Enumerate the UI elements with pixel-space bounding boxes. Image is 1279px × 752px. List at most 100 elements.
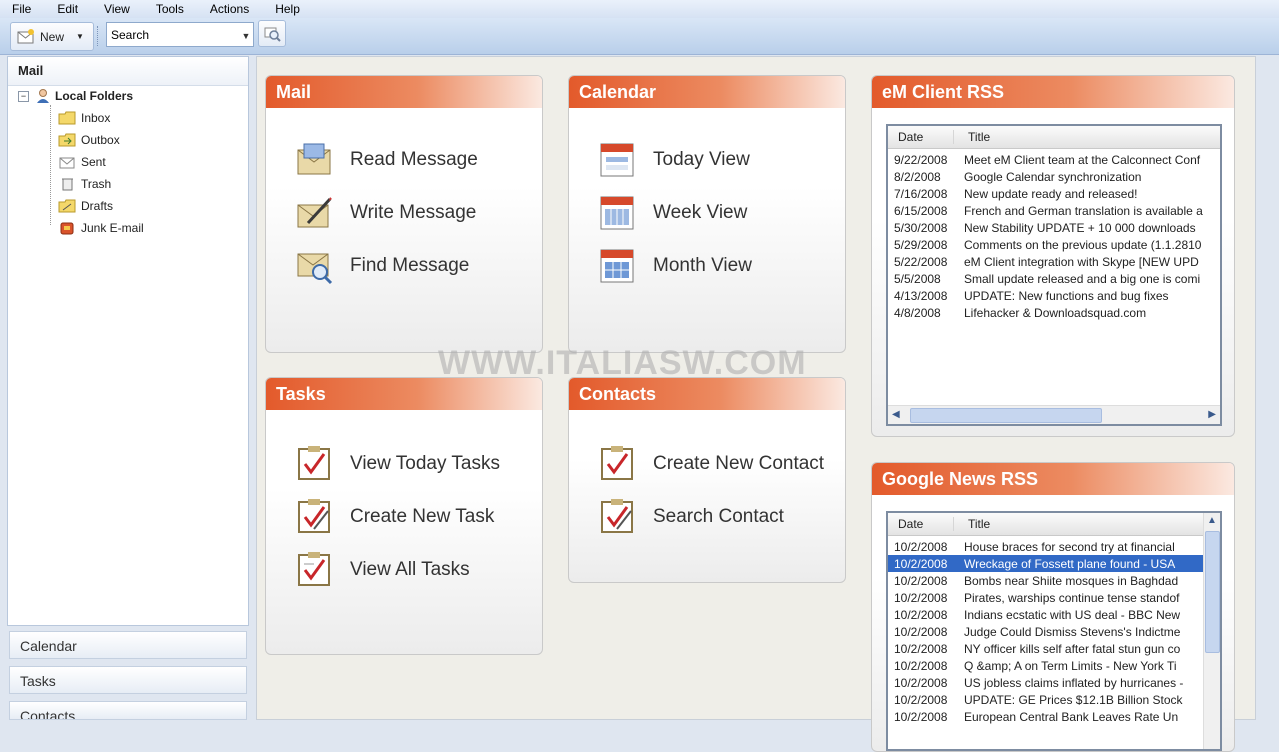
rss-list-header: Date Title xyxy=(888,513,1204,536)
rss-row[interactable]: 6/15/2008 French and German translation i… xyxy=(888,202,1220,219)
scroll-right-icon[interactable]: ▶ xyxy=(1208,409,1216,420)
rss-row-date: 10/2/2008 xyxy=(894,675,948,690)
rss-rows: 9/22/2008 Meet eM Client team at the Calc… xyxy=(888,149,1220,321)
scrollbar-thumb[interactable] xyxy=(1205,531,1220,653)
action-label: View Today Tasks xyxy=(350,453,500,474)
tree-root-local-folders[interactable]: − Local Folders xyxy=(18,87,133,105)
menu-bar: File Edit View Tools Actions Help xyxy=(0,0,1279,18)
rss-row[interactable]: 7/16/2008 New update ready and released! xyxy=(888,185,1220,202)
rss-row[interactable]: 10/2/2008 Q &amp; A on Term Limits - New … xyxy=(888,657,1204,674)
rss-row-date: 10/2/2008 xyxy=(894,692,948,707)
google-news-rss-list[interactable]: Date Title 10/2/2008 House braces for sec… xyxy=(886,511,1222,751)
folder-sent[interactable]: Sent xyxy=(58,153,106,171)
outbox-folder-icon xyxy=(58,133,76,147)
search-input[interactable] xyxy=(106,22,254,47)
rss-row-date: 5/29/2008 xyxy=(894,237,948,252)
mail-panel-title: Mail xyxy=(266,76,542,108)
rss-row[interactable]: 5/22/2008 eM Client integration with Skyp… xyxy=(888,253,1220,270)
rss-row-title: Comments on the previous update (1.1.281… xyxy=(964,237,1202,252)
menu-tools[interactable]: Tools xyxy=(156,2,184,16)
action-label: Today View xyxy=(653,149,750,170)
date-column-header[interactable]: Date xyxy=(888,517,954,531)
find-message-link[interactable]: Find Message xyxy=(294,246,469,286)
calendar-panel: Calendar Today View Week View Month View xyxy=(568,75,846,353)
new-task-icon xyxy=(298,499,330,533)
chevron-down-icon[interactable]: ▼ xyxy=(76,32,84,41)
read-message-link[interactable]: Read Message xyxy=(294,140,478,180)
rss-row[interactable]: 10/2/2008 Pirates, warships continue tens… xyxy=(888,589,1204,606)
rss-row-title: Wreckage of Fossett plane found - USA xyxy=(964,556,1176,571)
title-column-header[interactable]: Title xyxy=(954,130,990,144)
menu-file[interactable]: File xyxy=(12,2,31,16)
date-column-header[interactable]: Date xyxy=(888,130,954,144)
folder-trash[interactable]: Trash xyxy=(58,175,111,193)
watermark: WWW.ITALIASW.COM xyxy=(438,344,807,382)
rss-row-title: Pirates, warships continue tense standof xyxy=(964,590,1180,605)
calendar-day-icon xyxy=(600,143,634,177)
view-all-tasks-link[interactable]: View All Tasks xyxy=(294,550,470,590)
scroll-up-icon[interactable]: ▲ xyxy=(1207,515,1217,526)
scroll-left-icon[interactable]: ◀ xyxy=(892,409,900,420)
folder-outbox[interactable]: Outbox xyxy=(58,131,120,149)
menu-edit[interactable]: Edit xyxy=(57,2,78,16)
calendar-week-icon xyxy=(600,196,634,230)
menu-actions[interactable]: Actions xyxy=(210,2,249,16)
tasks-panel: Tasks View Today Tasks Create New Task V… xyxy=(265,377,543,655)
menu-view[interactable]: View xyxy=(104,2,130,16)
create-new-task-link[interactable]: Create New Task xyxy=(294,497,494,537)
rss-row[interactable]: 10/2/2008 Judge Could Dismiss Stevens's I… xyxy=(888,623,1204,640)
menu-help[interactable]: Help xyxy=(275,2,300,16)
scrollbar-thumb[interactable] xyxy=(910,408,1102,423)
rss-row[interactable]: 10/2/2008 European Central Bank Leaves Ra… xyxy=(888,708,1204,725)
today-view-link[interactable]: Today View xyxy=(597,140,750,180)
rss-row[interactable]: 5/29/2008 Comments on the previous update… xyxy=(888,236,1220,253)
folder-drafts[interactable]: Drafts xyxy=(58,197,113,215)
folder-inbox[interactable]: Inbox xyxy=(58,109,110,127)
nav-contacts[interactable]: Contacts xyxy=(9,701,247,720)
rss-row-title: NY officer kills self after fatal stun g… xyxy=(964,641,1181,656)
action-label: Write Message xyxy=(350,202,477,223)
rss-row[interactable]: 10/2/2008 NY officer kills self after fat… xyxy=(888,640,1204,657)
search-contact-link[interactable]: Search Contact xyxy=(597,497,784,537)
junk-folder-icon xyxy=(60,222,74,235)
rss-row[interactable]: 10/2/2008 US jobless claims inflated by h… xyxy=(888,674,1204,691)
rss-row[interactable]: 10/2/2008 UPDATE: GE Prices $12.1B Billio… xyxy=(888,691,1204,708)
create-new-contact-link[interactable]: Create New Contact xyxy=(597,444,824,484)
vertical-scrollbar[interactable]: ▲ xyxy=(1203,513,1220,749)
dashboard: Mail Read Message Write Message Find Mes… xyxy=(256,56,1256,752)
folder-pane-title: Mail xyxy=(8,57,248,86)
emclient-rss-list[interactable]: Date Title 9/22/2008 Meet eM Client team … xyxy=(886,124,1222,426)
rss-row[interactable]: 10/2/2008 Wreckage of Fossett plane found… xyxy=(888,555,1204,572)
rss-row[interactable]: 5/30/2008 New Stability UPDATE + 10 000 d… xyxy=(888,219,1220,236)
rss-row[interactable]: 4/8/2008 Lifehacker & Downloadsquad.com xyxy=(888,304,1220,321)
view-today-tasks-link[interactable]: View Today Tasks xyxy=(294,444,500,484)
horizontal-scrollbar[interactable]: ◀ ▶ xyxy=(888,405,1220,424)
nav-calendar[interactable]: Calendar xyxy=(9,631,247,659)
chevron-down-icon[interactable]: ▼ xyxy=(240,30,252,42)
rss-row[interactable]: 10/2/2008 House braces for second try at … xyxy=(888,538,1204,555)
rss-row-title: French and German translation is availab… xyxy=(964,203,1203,218)
collapse-icon[interactable]: − xyxy=(18,90,29,102)
write-message-link[interactable]: Write Message xyxy=(294,193,476,233)
rss-row[interactable]: 9/22/2008 Meet eM Client team at the Calc… xyxy=(888,151,1220,168)
action-label: Week View xyxy=(653,202,748,223)
action-label: Month View xyxy=(653,255,752,276)
nav-tasks[interactable]: Tasks xyxy=(9,666,247,694)
search-button[interactable] xyxy=(258,20,286,47)
title-column-header[interactable]: Title xyxy=(954,517,990,531)
rss-row[interactable]: 5/5/2008 Small update released and a big … xyxy=(888,270,1220,287)
rss-row[interactable]: 8/2/2008 Google Calendar synchronization xyxy=(888,168,1220,185)
folder-label: Trash xyxy=(81,177,112,191)
folder-junk-email[interactable]: Junk E-mail xyxy=(58,219,144,237)
contacts-panel: Contacts Create New Contact Search Conta… xyxy=(568,377,846,583)
week-view-link[interactable]: Week View xyxy=(597,193,747,233)
rss-row-title: Judge Could Dismiss Stevens's Indictme xyxy=(964,624,1181,639)
new-button[interactable]: New ▼ xyxy=(10,22,94,51)
rss-row[interactable]: 10/2/2008 Indians ecstatic with US deal -… xyxy=(888,606,1204,623)
month-view-link[interactable]: Month View xyxy=(597,246,752,286)
rss-row[interactable]: 4/13/2008 UPDATE: New functions and bug f… xyxy=(888,287,1220,304)
rss-row-title: Indians ecstatic with US deal - BBC New xyxy=(964,607,1181,622)
rss-row-title: Meet eM Client team at the Calconnect Co… xyxy=(964,152,1201,167)
rss-row[interactable]: 10/2/2008 Bombs near Shiite mosques in Ba… xyxy=(888,572,1204,589)
rss-row-date: 10/2/2008 xyxy=(894,539,948,554)
